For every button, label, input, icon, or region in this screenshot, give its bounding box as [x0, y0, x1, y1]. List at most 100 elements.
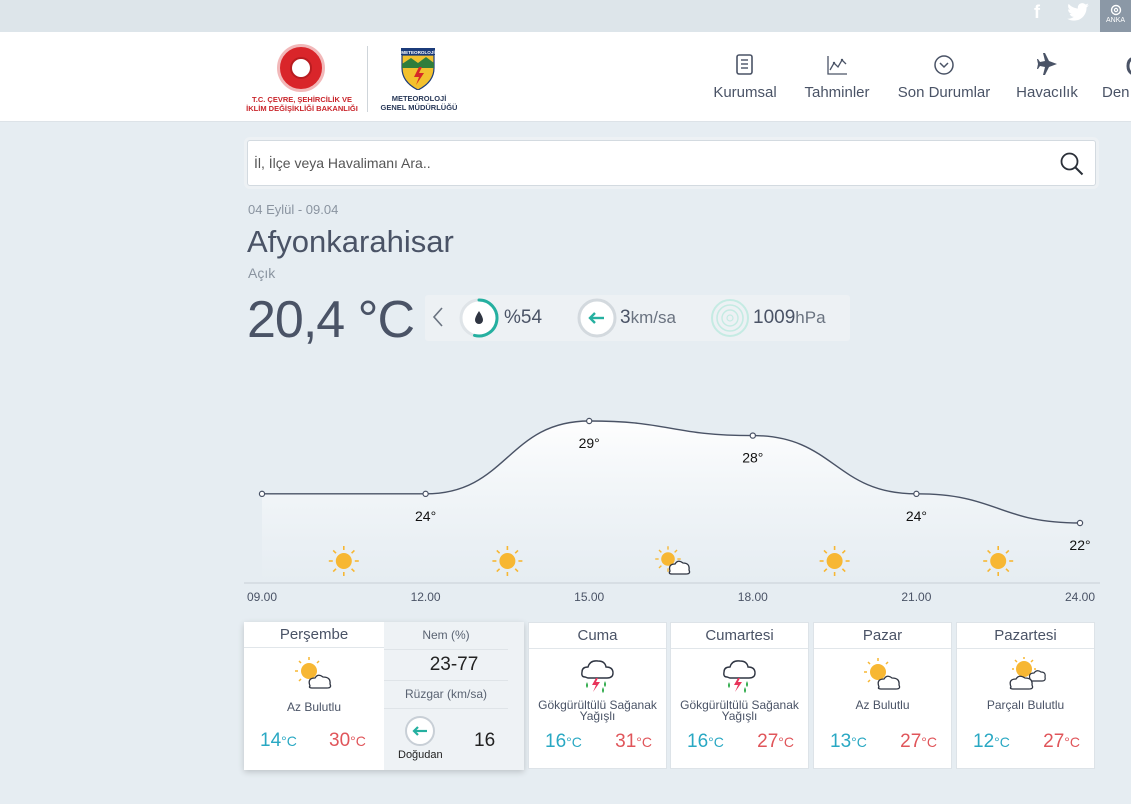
wind-label: Rüzgar (km/sa) — [404, 687, 487, 701]
day-condition: Gökgürültülü Sağanak Yağışlı — [680, 698, 799, 723]
data-label: 29° — [579, 435, 600, 451]
data-point — [1076, 519, 1084, 527]
day-card[interactable]: Pazar Az Bulutlu 13°C 27°C — [813, 622, 952, 769]
today-card[interactable]: Perşembe Az Bulutlu 14°C 30°C Nem (%) 23… — [244, 622, 524, 770]
humidity-value: %54 — [504, 307, 543, 328]
logo-divider — [367, 46, 368, 112]
thunderstorm-icon — [580, 660, 614, 693]
nav-label: Den — [1102, 84, 1130, 101]
nav-havacilik[interactable]: Havacılık — [1012, 50, 1082, 110]
observation-date: 04 Eylül - 09.04 — [248, 202, 339, 217]
max-temperature: 27°C — [900, 731, 937, 752]
chevron-left-icon[interactable] — [431, 306, 445, 328]
pressure-metric: 1009 hPa — [710, 298, 826, 338]
nav-kurumsal[interactable]: Kurumsal — [708, 50, 782, 110]
data-point — [749, 432, 756, 439]
sea-icon — [1102, 50, 1131, 78]
day-condition: Gökgürültülü Sağanak Yağışlı — [538, 698, 657, 723]
current-condition: Açık — [248, 265, 276, 281]
day-card[interactable]: Cumartesi Gökgürültülü Sağanak Yağışlı 1… — [670, 622, 809, 769]
current-temperature: 20,4 °C — [247, 291, 415, 349]
thunderstorm-icon — [722, 660, 756, 693]
wind-direction-icon — [405, 716, 435, 746]
airplane-icon — [1012, 50, 1082, 78]
region-button[interactable]: ANKA — [1100, 0, 1131, 32]
wind-unit: km/sa — [630, 308, 676, 327]
wind-speed: 16 — [474, 730, 496, 751]
humidity-gauge-icon — [459, 298, 499, 338]
data-label: 24° — [415, 508, 436, 524]
x-tick-label: 24.00 — [1065, 590, 1095, 604]
day-card[interactable]: Pazartesi Parçalı Bulutlu 12°C 27°C — [956, 622, 1095, 769]
data-point — [586, 417, 593, 425]
day-card[interactable]: Cuma Gökgürültülü Sağanak Yağışlı 16°C 3… — [528, 622, 667, 769]
sun-cloud-icon — [295, 657, 332, 689]
nav-label: Son Durumlar — [897, 84, 991, 101]
nav-denizcilik[interactable]: Den — [1102, 50, 1131, 110]
wind-direction-icon — [577, 298, 617, 338]
x-tick-label: 12.00 — [411, 590, 441, 604]
max-temperature: 27°C — [757, 731, 794, 752]
mgm-badge-text: METEOROLOJİ — [401, 49, 434, 55]
max-temperature: 27°C — [1043, 731, 1080, 752]
ministry-name-line2: İKLİM DEĞİŞİKLİĞİ BAKANLIĞI — [246, 104, 358, 113]
ministry-logo[interactable]: T.C. ÇEVRE, ŞEHİRCİLİK VE İKLİM DEĞİŞİKL… — [244, 44, 360, 118]
min-temperature: 16°C — [687, 731, 724, 752]
x-tick-label: 09.00 — [247, 590, 277, 604]
min-temperature: 16°C — [545, 731, 582, 752]
day-name: Cuma — [529, 623, 666, 649]
pressure-value: 1009 — [753, 307, 796, 328]
data-label: 22° — [1069, 537, 1090, 553]
min-temperature: 13°C — [830, 731, 867, 752]
hourly-chart-svg: 09.00 24° 12.00 29° 15.00 28° 18.00 24° 21.00 22°… — [244, 417, 1100, 604]
humidity-label: Nem (%) — [422, 628, 470, 642]
min-temperature: 12°C — [973, 731, 1010, 752]
data-label: 24° — [906, 508, 927, 524]
nav-label: Havacılık — [1016, 84, 1078, 101]
nav-tahminler[interactable]: Tahminler — [800, 50, 874, 110]
nav-label: Kurumsal — [713, 84, 777, 101]
day-condition: Parçalı Bulutlu — [986, 698, 1065, 712]
mgm-name-line2: GENEL MÜDÜRLÜĞÜ — [380, 103, 458, 112]
partly-cloudy-icon — [1009, 657, 1046, 690]
search-icon[interactable] — [1059, 151, 1085, 177]
day-name: Pazar — [814, 623, 951, 649]
today-details: Nem (%) 23-77 Rüzgar (km/sa) Doğudan 16 — [384, 622, 524, 770]
humidity-metric: %54 — [459, 298, 542, 338]
current-metrics: %54 3 km/sa 1009 hPa — [425, 295, 850, 341]
mgm-name-line1: METEOROLOJİ — [391, 94, 447, 103]
x-tick-label: 15.00 — [574, 590, 604, 604]
data-point — [422, 490, 429, 498]
day-condition: Az Bulutlu — [855, 698, 910, 712]
top-strip: f ANKA — [0, 0, 1131, 32]
facebook-icon[interactable]: f — [1026, 0, 1048, 24]
search-box — [247, 140, 1096, 186]
pressure-unit: hPa — [795, 308, 826, 327]
search-input[interactable] — [254, 151, 1034, 175]
mgm-badge-icon: METEOROLOJİ — [401, 48, 435, 90]
mgm-logo[interactable]: METEOROLOJİ METEOROLOJİ GENEL MÜDÜRLÜĞÜ — [376, 46, 462, 116]
forecast-chart-icon — [800, 50, 874, 78]
gear-icon — [1110, 4, 1121, 16]
nav-son-durumlar[interactable]: Son Durumlar — [894, 50, 994, 110]
ministry-name-line1: T.C. ÇEVRE, ŞEHİRCİLİK VE — [251, 95, 353, 104]
wind-metric: 3 km/sa — [577, 298, 676, 338]
max-temperature: 30°C — [329, 730, 366, 751]
wind-direction: Doğudan — [398, 749, 443, 761]
city-name: Afyonkarahisar — [247, 224, 454, 259]
day-name: Pazartesi — [957, 623, 1094, 649]
min-temperature: 14°C — [260, 730, 297, 751]
nav-label: Tahminler — [804, 84, 870, 101]
data-point — [913, 490, 920, 498]
wind-value: 3 — [620, 307, 631, 328]
data-label: 28° — [742, 450, 763, 466]
ministry-seal-icon — [277, 44, 325, 92]
sun-cloud-icon — [863, 658, 900, 690]
max-temperature: 31°C — [615, 731, 652, 752]
pressure-icon — [711, 299, 749, 337]
twitter-icon[interactable] — [1066, 0, 1090, 24]
day-condition: Az Bulutlu — [286, 700, 342, 714]
chevron-circle-icon — [894, 50, 994, 78]
humidity-range: 23-77 — [429, 654, 479, 675]
day-name: Cumartesi — [671, 623, 808, 649]
